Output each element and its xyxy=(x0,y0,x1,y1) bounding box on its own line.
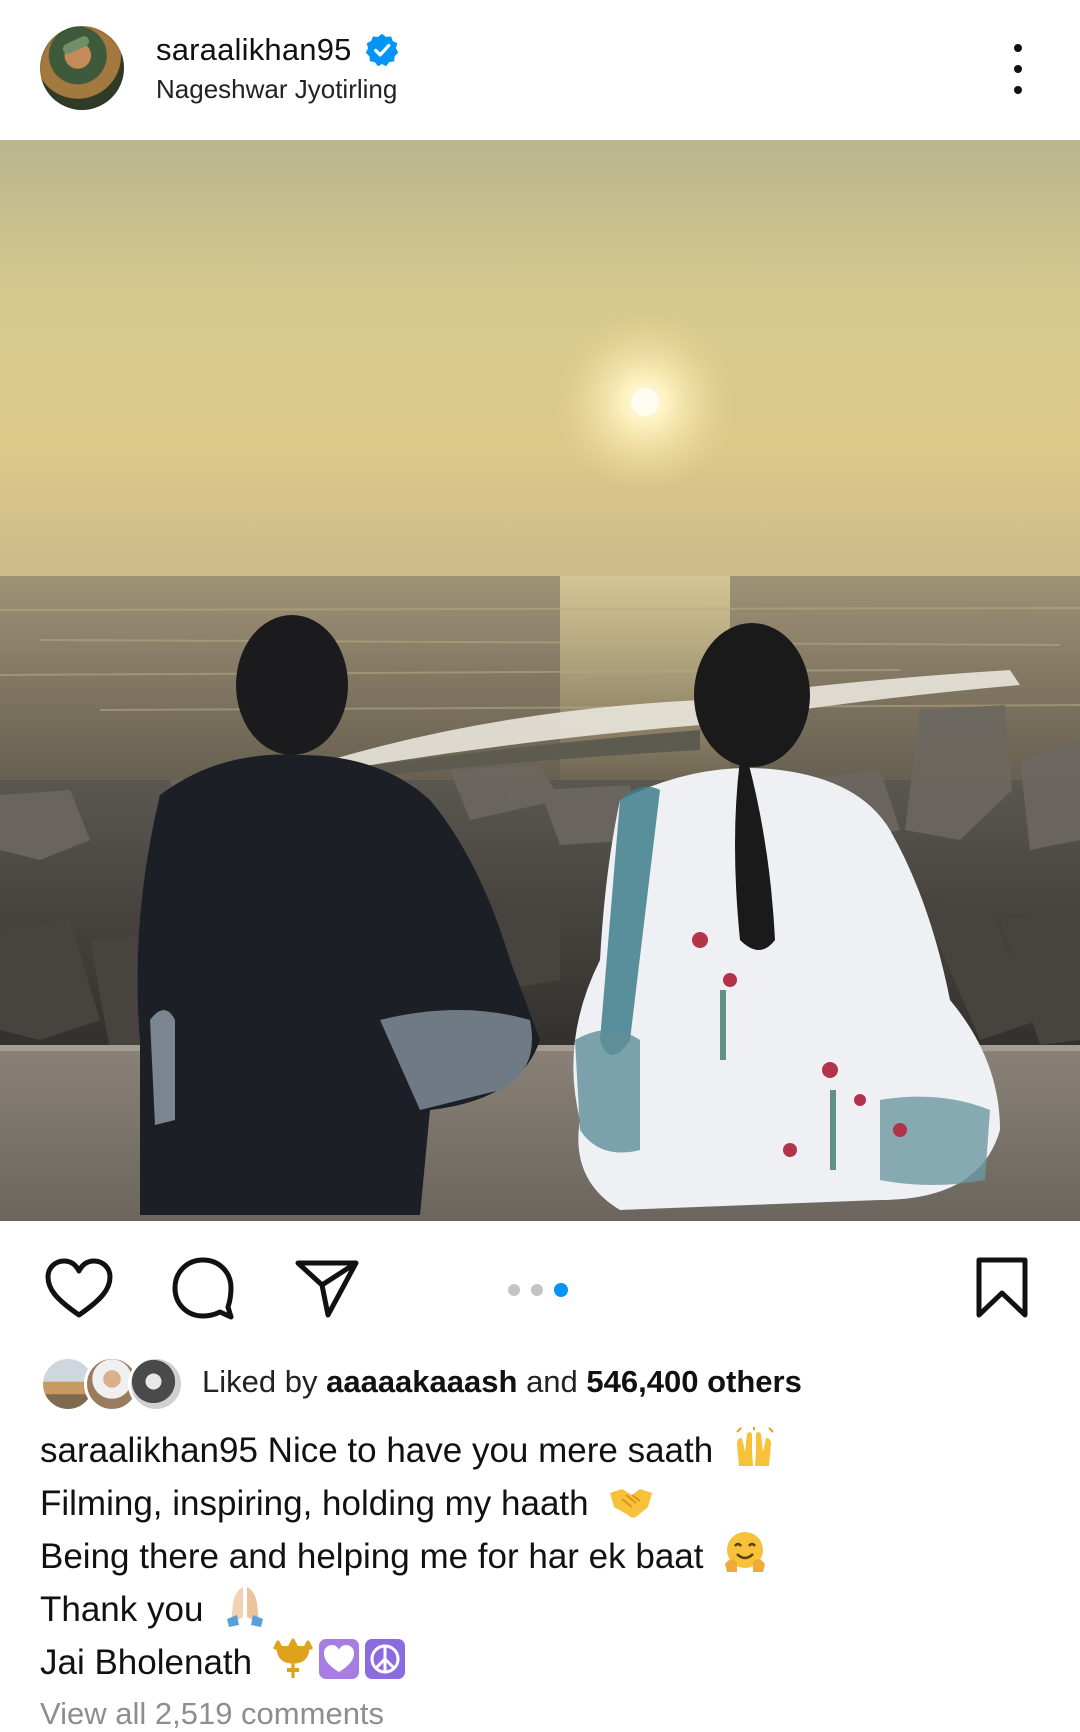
verified-badge-icon xyxy=(365,33,398,67)
raising-hands-emoji-icon xyxy=(736,1427,774,1466)
location-link[interactable]: Nageshwar Jyotirling xyxy=(156,74,397,105)
view-all-comments-link[interactable]: View all 2,519 comments xyxy=(40,1696,384,1732)
hugging-face-emoji-icon xyxy=(725,1532,766,1572)
liker-avatar xyxy=(128,1356,184,1412)
username-link[interactable]: saraalikhan95 xyxy=(156,32,352,68)
like-heart-icon[interactable] xyxy=(44,1257,114,1321)
folded-hands-emoji-icon xyxy=(227,1587,264,1627)
caption-line-3: Being there and helping me for har ek ba… xyxy=(40,1530,1050,1583)
avatar-bottle-detail xyxy=(61,34,91,56)
action-bar xyxy=(0,1221,1080,1351)
peace-symbol-emoji-icon xyxy=(364,1639,405,1679)
carousel-dot xyxy=(531,1284,543,1296)
likes-connector: and xyxy=(526,1364,578,1399)
more-options-icon[interactable] xyxy=(1002,44,1034,94)
caption-line-2: Filming, inspiring, holding my haath xyxy=(40,1477,1050,1530)
more-dot xyxy=(1014,65,1022,73)
caption-text: Nice to have you mere saath xyxy=(267,1431,714,1470)
likes-count[interactable]: 546,400 others xyxy=(586,1364,801,1399)
carousel-dot-active xyxy=(554,1283,568,1297)
post-caption: saraalikhan95 Nice to have you mere saat… xyxy=(40,1424,1050,1689)
profile-avatar[interactable] xyxy=(40,26,124,110)
trident-emoji-icon xyxy=(273,1638,313,1678)
share-send-icon[interactable] xyxy=(294,1257,360,1319)
post-photo[interactable] xyxy=(0,140,1080,1221)
caption-text: Filming, inspiring, holding my haath xyxy=(40,1484,589,1523)
more-dot xyxy=(1014,44,1022,52)
likes-prefix: Liked by xyxy=(202,1364,318,1399)
save-bookmark-icon[interactable] xyxy=(974,1255,1030,1321)
carousel-indicator xyxy=(508,1283,568,1297)
sunset-meditation-image xyxy=(0,140,1080,1221)
liker-avatars xyxy=(40,1354,184,1412)
caption-username[interactable]: saraalikhan95 xyxy=(40,1431,258,1470)
caption-line-5: Jai Bholenath xyxy=(40,1636,1050,1689)
caption-text: Being there and helping me for har ek ba… xyxy=(40,1537,704,1576)
post-header: saraalikhan95 Nageshwar Jyotirling xyxy=(0,0,1080,140)
handshake-emoji-icon xyxy=(610,1489,653,1518)
caption-text: Jai Bholenath xyxy=(40,1643,253,1682)
username-row: saraalikhan95 xyxy=(156,32,400,68)
caption-line-4: Thank you xyxy=(40,1583,1050,1636)
liker-username[interactable]: aaaaakaaash xyxy=(326,1364,517,1399)
likes-text: Liked by aaaaakaaash and 546,400 others xyxy=(202,1364,802,1400)
caption-line-1: saraalikhan95 Nice to have you mere saat… xyxy=(40,1424,1050,1477)
carousel-dot xyxy=(508,1284,520,1296)
purple-heart-emoji-icon xyxy=(318,1639,359,1679)
caption-text: Thank you xyxy=(40,1590,204,1629)
comment-bubble-icon[interactable] xyxy=(170,1255,236,1321)
more-dot xyxy=(1014,86,1022,94)
likes-row[interactable]: Liked by aaaaakaaash and 546,400 others xyxy=(40,1352,802,1412)
